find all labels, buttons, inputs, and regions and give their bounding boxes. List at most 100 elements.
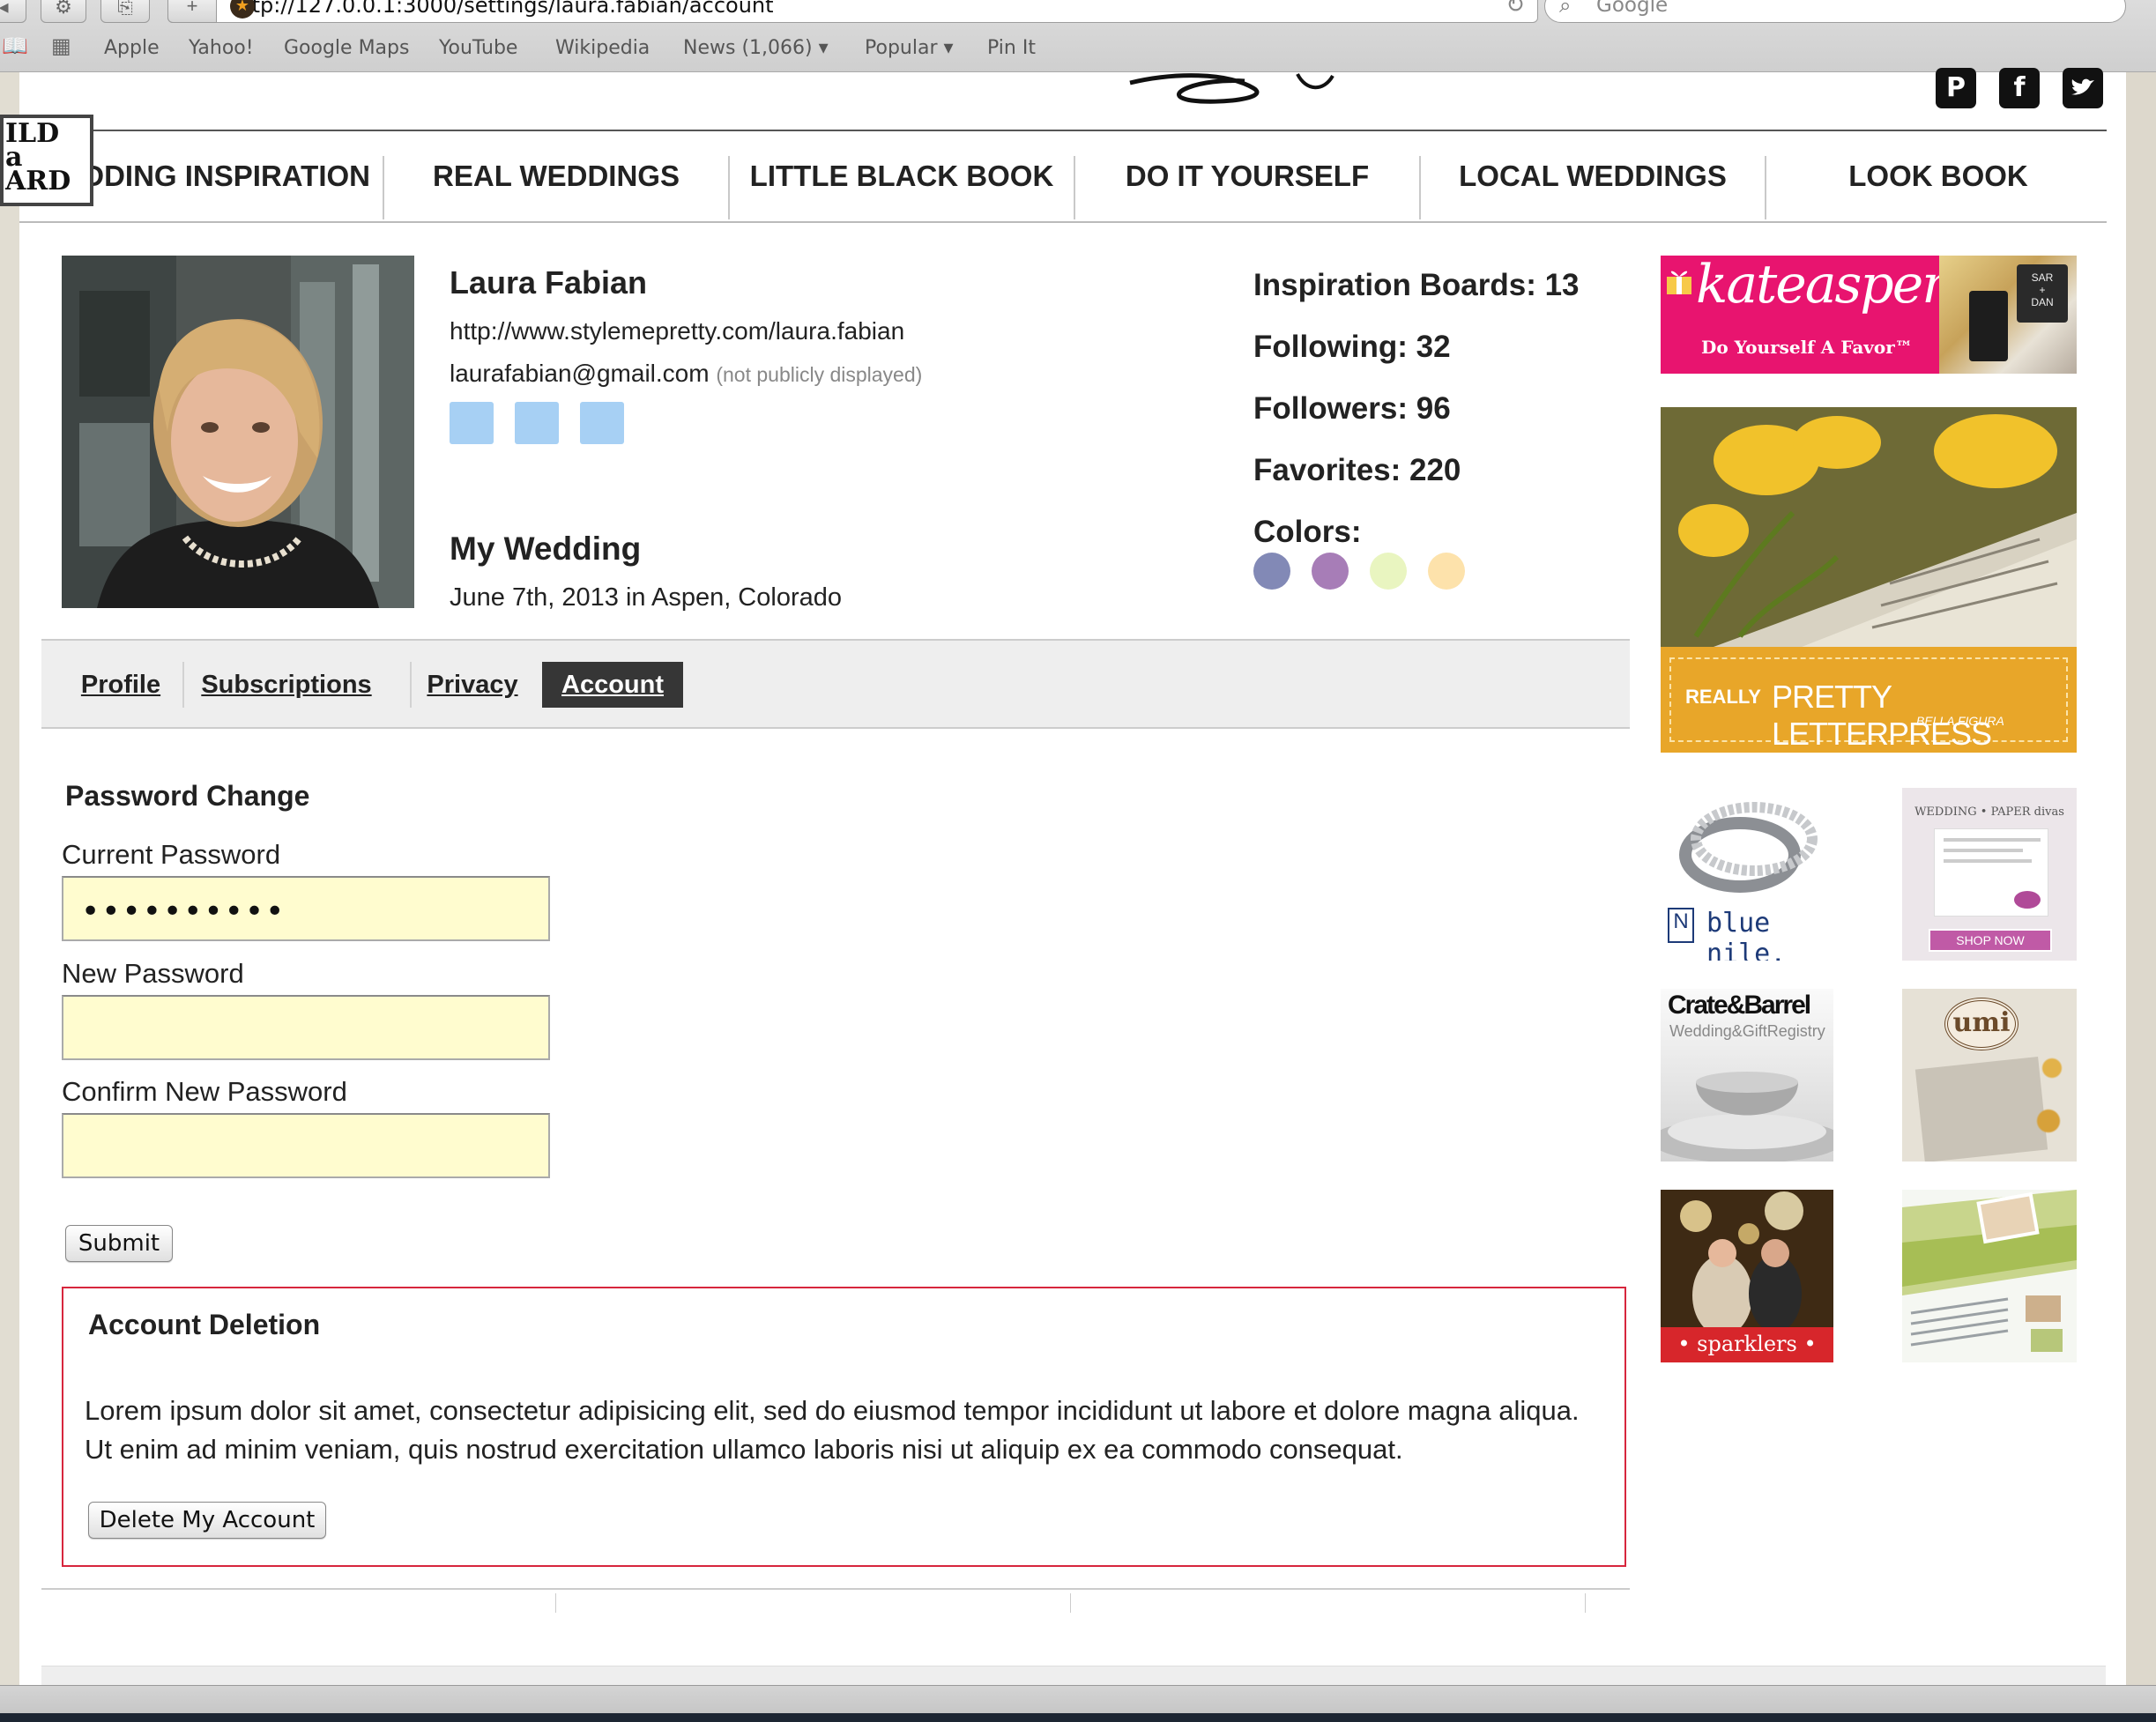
main-navigation: EDDING INSPIRATION REAL WEDDINGS LITTLE … (19, 131, 2107, 221)
footer-divider (1070, 1593, 1071, 1613)
address-bar[interactable]: ★ http://127.0.0.1:3000/settings/laura.f… (167, 0, 1538, 23)
ring-image (1679, 802, 1818, 893)
nav-little-black-book[interactable]: LITTLE BLACK BOOK (730, 131, 1074, 221)
share-icon[interactable]: ⎘ (100, 0, 150, 23)
delete-account-button[interactable]: Delete My Account (88, 1502, 326, 1539)
sparklers-label: • sparklers • (1661, 1327, 1833, 1362)
logo-script-icon (1129, 72, 1334, 104)
ad-crate-barrel[interactable]: Crate&Barrel Wedding&GiftRegistry (1661, 989, 1833, 1162)
new-password-label: New Password (62, 958, 244, 989)
page-gutter-left (0, 72, 19, 1685)
profile-name: Laura Fabian (450, 264, 648, 301)
bookmark-news[interactable]: News (1,066) ▾ (683, 37, 829, 59)
color-swatch (1253, 553, 1290, 590)
stat-following[interactable]: Following: 32 (1253, 330, 1451, 365)
bookmark-popular[interactable]: Popular ▾ (865, 37, 954, 59)
tab-subscriptions[interactable]: Subscriptions (188, 662, 385, 708)
site-logo[interactable] (1121, 69, 1368, 108)
bookmark-google-maps[interactable]: Google Maps (284, 37, 409, 59)
password-change-heading: Password Change (65, 780, 310, 812)
tab-account[interactable]: Account (542, 662, 683, 708)
content-bottom-rule (41, 1588, 1630, 1590)
search-placeholder: Google (1596, 0, 1669, 17)
gift-icon (1664, 264, 1694, 296)
footer-strip (41, 1666, 2106, 1685)
color-swatch (1370, 553, 1407, 590)
tab-privacy[interactable]: Privacy (415, 662, 530, 708)
stat-favorites[interactable]: Favorites: 220 (1253, 453, 1461, 488)
new-password-field[interactable] (62, 995, 550, 1060)
ad-wedding-website[interactable] (1902, 1190, 2077, 1362)
bookmark-wikipedia[interactable]: Wikipedia (555, 37, 650, 59)
wedding-paper-title: WEDDING • PAPER divas (1914, 805, 2064, 819)
profile-url[interactable]: http://www.stylemepretty.com/laura.fabia… (450, 317, 904, 345)
avatar (62, 256, 414, 608)
stat-colors-label: Colors: (1253, 515, 1362, 549)
letterpress-small-text: REALLY (1685, 686, 1761, 708)
shop-now-button[interactable]: SHOP NOW (1929, 929, 2052, 952)
bookmark-youtube[interactable]: YouTube (439, 37, 517, 59)
submit-button[interactable]: Submit (65, 1225, 173, 1262)
nav-local-weddings[interactable]: LOCAL WEDDINGS (1421, 131, 1765, 221)
nav-do-it-yourself[interactable]: DO IT YOURSELF (1075, 131, 1419, 221)
tab-profile[interactable]: Profile (68, 662, 174, 708)
sparklers-photo (1661, 1190, 1833, 1336)
umi-card-image (1914, 1056, 2048, 1162)
pinterest-icon[interactable]: P (1936, 68, 1976, 108)
bookmark-pin-it[interactable]: Pin It (987, 37, 1036, 59)
my-wedding-heading: My Wedding (450, 531, 642, 567)
profile-email-note: (not publicly displayed) (716, 363, 923, 386)
back-button[interactable]: ◂ (0, 0, 26, 23)
bookmark-yahoo[interactable]: Yahoo! (189, 37, 254, 59)
current-password-label: Current Password (62, 839, 281, 870)
tab-divider (182, 662, 184, 708)
browser-search-field[interactable]: ⌕ Google (1544, 0, 2126, 23)
confirm-password-label: Confirm New Password (62, 1076, 347, 1107)
bowl-image (1661, 1072, 1833, 1162)
ad-umi[interactable]: umi (1902, 989, 2077, 1162)
current-password-field[interactable] (62, 876, 550, 941)
browser-toolbar: ◂ ⚙ ⎘ ★ http://127.0.0.1:3000/settings/l… (0, 0, 2156, 72)
profile-email-address: laurafabian@gmail.com (450, 360, 710, 387)
ad-kate-aspen[interactable]: kateaspen Do Yourself A Favor™ SAR + DAN (1661, 256, 2077, 374)
ad-blue-nile[interactable]: N blue nile. (1661, 788, 1833, 961)
bookmark-apple[interactable]: Apple (104, 37, 160, 59)
top-sites-grid-icon[interactable]: ▦ (51, 33, 71, 58)
tab-divider (410, 662, 412, 708)
ad-pretty-letterpress[interactable]: REALLY PRETTY LETTERPRESS BELLA FIGURA (1661, 407, 2077, 753)
letterpress-photo (1661, 407, 2077, 647)
build-a-board-badge[interactable]: ILD a ARD (0, 115, 93, 206)
nav-bottom-rule (19, 221, 2107, 223)
stat-inspiration-boards[interactable]: Inspiration Boards: 13 (1253, 268, 1580, 303)
bookmarks-bar: 📖 ▦ Apple Yahoo! Google Maps YouTube Wik… (0, 32, 2156, 67)
wedding-website-image (1902, 1190, 2077, 1362)
kate-aspen-tagline: Do Yourself A Favor™ (1701, 337, 1913, 358)
social-link-placeholder-icon[interactable] (450, 402, 494, 444)
confirm-password-field[interactable] (62, 1113, 550, 1178)
settings-tab-bar: Profile Subscriptions Privacy Account (41, 639, 1630, 729)
footer-divider (555, 1593, 556, 1613)
social-link-placeholder-icon[interactable] (580, 402, 624, 444)
color-swatch (1312, 553, 1349, 590)
wedding-date-location: June 7th, 2013 in Aspen, Colorado (450, 583, 842, 612)
facebook-icon[interactable]: f (1999, 68, 2040, 108)
letterpress-brand: BELLA FIGURA (1916, 714, 2004, 728)
nav-look-book[interactable]: LOOK BOOK (1766, 131, 2110, 221)
ad-wedding-paper-divas[interactable]: WEDDING • PAPER divas SHOP NOW (1902, 788, 2077, 961)
new-tab-button[interactable]: + (167, 0, 217, 23)
blue-nile-wordmark: blue nile. (1706, 908, 1787, 961)
social-link-placeholder-icon[interactable] (515, 402, 559, 444)
bookmarks-book-icon[interactable]: 📖 (2, 33, 28, 58)
nav-real-weddings[interactable]: REAL WEDDINGS (384, 131, 728, 221)
reload-icon[interactable]: ↻ (1505, 0, 1525, 20)
page-gutter-right (2126, 72, 2156, 1685)
stat-followers[interactable]: Followers: 96 (1253, 391, 1451, 427)
jar-label-text: SAR + DAN (2017, 264, 2068, 323)
color-swatch (1428, 553, 1465, 590)
footer-divider (1585, 1593, 1586, 1613)
web-page: P f EDDING INSPIRATION REAL WEDDINGS LIT… (0, 68, 2126, 1685)
crate-barrel-subtitle: Wedding&GiftRegistry (1669, 1022, 1825, 1040)
twitter-icon[interactable] (2063, 68, 2103, 108)
ad-sparklers[interactable]: • sparklers • (1661, 1190, 1833, 1362)
settings-icon[interactable]: ⚙ (41, 0, 86, 23)
